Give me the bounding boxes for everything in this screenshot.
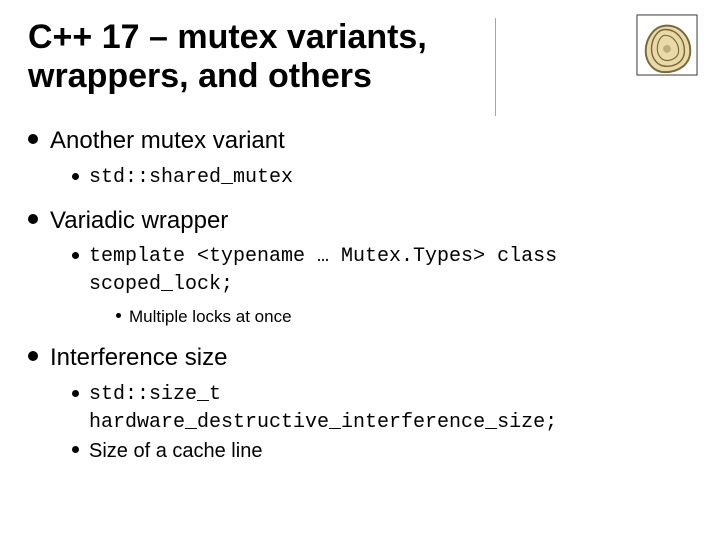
bullet-text: Multiple locks at once [129,305,692,329]
bullet-text: Size of a cache line [89,437,692,465]
slide-title: C++ 17 – mutex variants, wrappers, and o… [28,18,588,96]
bullet-icon [72,446,79,453]
bullet-icon [72,173,79,180]
bullet-icon [28,134,38,144]
bullet-label: Another mutex variant [50,124,692,158]
bullet-variadic-wrapper: Variadic wrapper template <typename … Mu… [28,204,692,329]
bullet-icon [28,214,38,224]
sub-bullet-cache-line: Size of a cache line [72,437,692,465]
bullet-icon [72,252,79,259]
bullet-label: Interference size [50,341,692,375]
bullet-icon [72,390,79,397]
code-text: std::size_t hardware_destructive_interfe… [89,381,692,437]
bullet-label: Variadic wrapper [50,204,692,238]
slide-content: Another mutex variant std::shared_mutex … [28,124,692,465]
sub-bullet-template-scoped-lock: template <typename … Mutex.Types> class … [72,243,692,329]
sub-bullet-hardware-destructive: std::size_t hardware_destructive_interfe… [72,381,692,437]
bullet-icon [28,351,38,361]
bullet-icon [116,313,121,318]
bullet-another-mutex: Another mutex variant std::shared_mutex [28,124,692,192]
shell-icon [636,14,698,76]
code-text: template <typename … Mutex.Types> class … [89,243,692,299]
code-text: std::shared_mutex [89,164,692,192]
sub-bullet-shared-mutex: std::shared_mutex [72,164,692,192]
title-divider [495,18,496,116]
bullet-interference-size: Interference size std::size_t hardware_d… [28,341,692,465]
subsub-bullet-multiple-locks: Multiple locks at once [116,305,692,329]
